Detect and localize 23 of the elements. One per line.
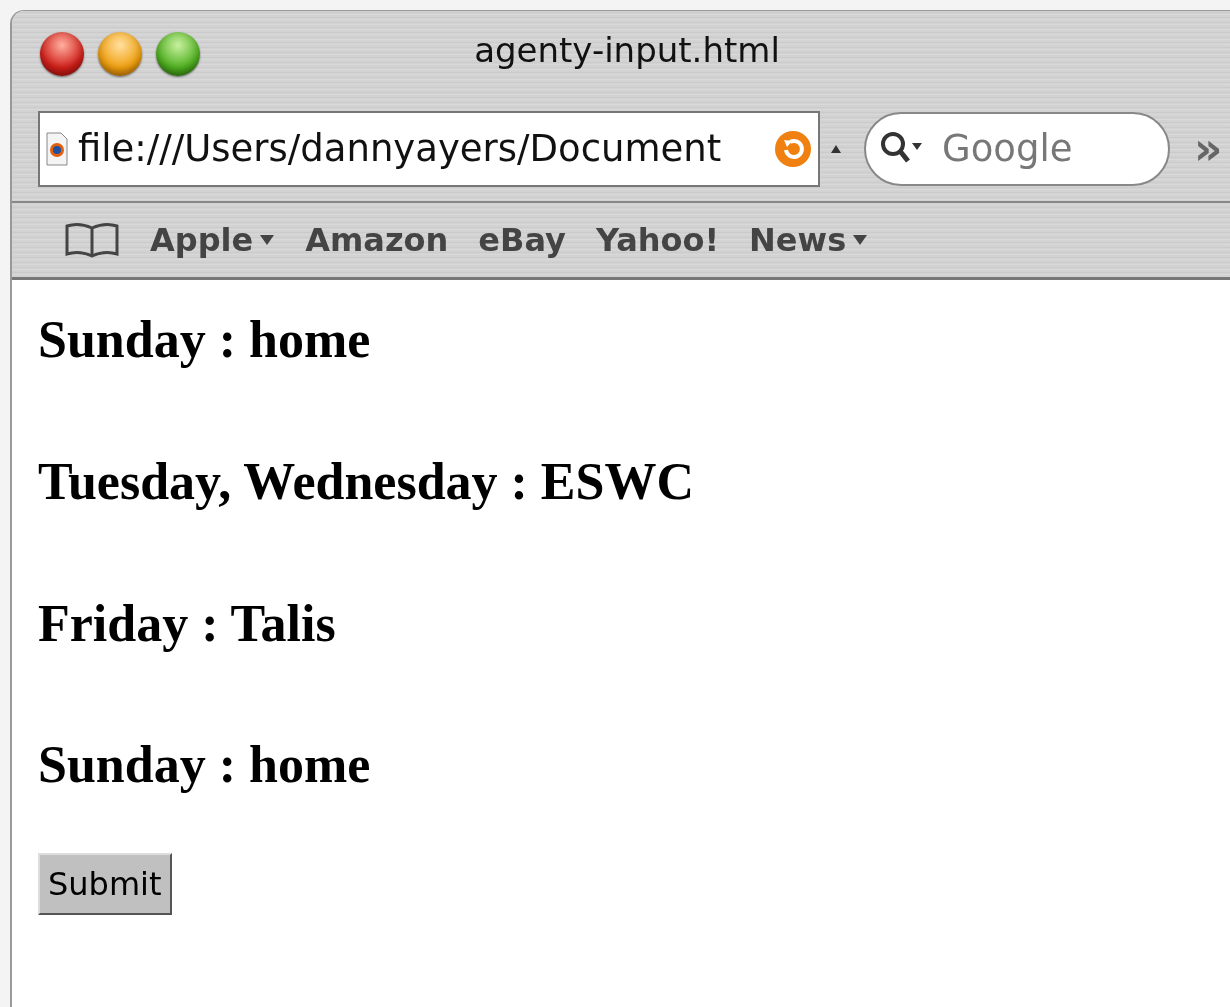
caret-icon[interactable]	[830, 143, 842, 154]
schedule-heading: Tuesday, Wednesday : ESWC	[38, 451, 696, 512]
minimize-button[interactable]	[98, 31, 142, 76]
reload-icon[interactable]	[774, 129, 812, 168]
bookmark-link[interactable]: eBay	[478, 221, 566, 259]
overflow-button[interactable]: »	[1194, 123, 1223, 174]
bookmark-menu[interactable]: News	[749, 221, 869, 259]
page-icon	[46, 131, 68, 166]
search-field[interactable]: Google	[864, 111, 1170, 186]
bookmark-link[interactable]: Yahoo!	[595, 221, 720, 259]
close-button[interactable]	[40, 31, 84, 76]
submit-button[interactable]: Submit	[38, 853, 172, 916]
zoom-button[interactable]	[156, 31, 200, 76]
schedule-heading: Sunday : home	[38, 735, 372, 796]
dropdown-icon	[259, 234, 276, 246]
bookmarks-icon[interactable]	[64, 222, 120, 258]
address-field[interactable]: file:///Users/dannyayers/Document	[38, 110, 820, 187]
bookmark-link[interactable]: Amazon	[305, 221, 449, 259]
dropdown-icon	[852, 234, 869, 246]
schedule-heading: Sunday : home	[38, 310, 372, 370]
bookmark-menu[interactable]: Apple	[150, 221, 276, 259]
schedule-heading: Friday : Talis	[38, 593, 337, 654]
window-title: agenty-input.html	[473, 29, 781, 70]
